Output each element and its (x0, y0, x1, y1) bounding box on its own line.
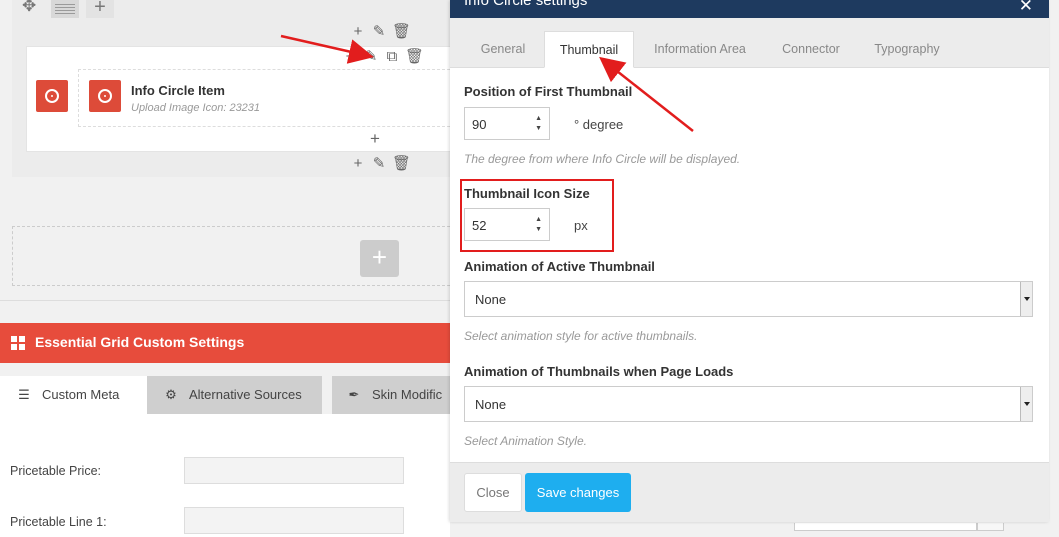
tab-thumbnail[interactable]: Thumbnail (544, 31, 634, 68)
animation-load-select[interactable]: None (464, 386, 1033, 422)
tab-skin-modifications[interactable]: ✒ Skin Modific (332, 376, 450, 414)
close-icon[interactable]: ✕ (1019, 0, 1033, 16)
pricetable-price-label: Pricetable Price: (10, 464, 102, 478)
modal-title: Info Circle settings (464, 0, 588, 9)
pencil-icon[interactable]: ✎ (371, 156, 387, 172)
plus-icon[interactable]: + (350, 24, 366, 40)
grid-icon (11, 336, 25, 350)
sidebar-input[interactable] (794, 523, 977, 531)
add-element-plus-icon[interactable]: + (370, 129, 380, 149)
list-icon: ☰ (18, 387, 30, 402)
trash-icon[interactable]: 🗑 (392, 24, 411, 40)
pricetable-line1-label: Pricetable Line 1: (10, 515, 107, 529)
save-changes-button[interactable]: Save changes (525, 473, 631, 512)
info-circle-container-icon[interactable] (36, 80, 68, 112)
position-help-text: The degree from where Info Circle will b… (464, 152, 741, 166)
position-unit: ° degree (574, 117, 624, 132)
animation-load-label: Animation of Thumbnails when Page Loads (464, 364, 734, 379)
animation-load-value: None (475, 397, 507, 412)
spinner-icon[interactable]: ▲ ▼ (535, 114, 542, 134)
element-controls: + ✎ ⧉ 🗑 (342, 49, 424, 65)
animation-active-select[interactable]: None (464, 281, 1033, 317)
animation-active-label: Animation of Active Thumbnail (464, 259, 655, 274)
pencil-icon[interactable]: ✎ (363, 49, 379, 65)
chevron-down-icon[interactable] (1020, 282, 1032, 316)
tab-connector[interactable]: Connector (768, 31, 854, 68)
plus-icon[interactable]: + (350, 156, 366, 172)
close-button[interactable]: Close (464, 473, 522, 512)
sources-icon: ⚙ (165, 387, 177, 402)
info-circle-item-box[interactable] (78, 69, 450, 127)
modal-tabbar: General Thumbnail Information Area Conne… (450, 18, 1049, 68)
annotation-highlight-box (460, 179, 614, 252)
chevron-down-icon[interactable] (1020, 387, 1032, 421)
info-circle-icon[interactable] (89, 80, 121, 112)
page-background-strip (1049, 0, 1059, 537)
pencil-icon[interactable]: ✎ (371, 24, 387, 40)
trash-icon[interactable]: 🗑 (392, 156, 411, 172)
essential-grid-header: Essential Grid Custom Settings (0, 323, 450, 363)
tab-typography[interactable]: Typography (862, 31, 952, 68)
tab-information-area[interactable]: Information Area (640, 31, 760, 68)
move-icon[interactable]: ✥ (22, 0, 36, 16)
modal-footer: Close Save changes (450, 462, 1049, 522)
sidebar-button[interactable] (977, 523, 1004, 531)
pricetable-line1-input[interactable] (184, 507, 404, 534)
modal-header: Info Circle settings ✕ (450, 0, 1049, 18)
clone-icon[interactable]: ⧉ (384, 49, 400, 65)
position-first-thumbnail-input[interactable]: 90 ▲ ▼ (464, 107, 550, 140)
plus-icon[interactable]: + (342, 49, 358, 65)
tab-custom-meta-label: Custom Meta (42, 387, 120, 402)
row-controls: + ✎ 🗑 (350, 24, 411, 40)
info-circle-item-title: Info Circle Item (131, 83, 225, 98)
wand-icon: ✒ (348, 387, 360, 402)
position-first-thumbnail-label: Position of First Thumbnail (464, 84, 633, 99)
info-circle-item-subtitle: Upload Image Icon: 23231 (131, 102, 261, 114)
trash-icon[interactable]: 🗑 (405, 49, 424, 65)
animation-active-help: Select animation style for active thumbn… (464, 329, 698, 343)
position-first-thumbnail-value: 90 (472, 117, 487, 132)
pricetable-price-input[interactable] (184, 457, 404, 484)
tab-skin-modifications-label: Skin Modific (372, 387, 443, 402)
divider (0, 300, 450, 301)
tab-alternative-sources-label: Alternative Sources (189, 387, 302, 402)
animation-load-help: Select Animation Style. (464, 434, 587, 448)
info-circle-settings-modal: Info Circle settings ✕ General Thumbnail… (450, 0, 1049, 522)
add-row-button[interactable]: + (360, 240, 399, 277)
add-column-plus-icon[interactable]: + (86, 0, 114, 18)
tab-custom-meta[interactable]: ☰ Custom Meta (0, 376, 147, 414)
animation-active-value: None (475, 292, 507, 307)
tab-general[interactable]: General (464, 31, 542, 68)
tab-alternative-sources[interactable]: ⚙ Alternative Sources (147, 376, 322, 414)
layout-icon[interactable] (51, 0, 79, 18)
column-controls: + ✎ 🗑 (350, 156, 411, 172)
essential-grid-title: Essential Grid Custom Settings (35, 334, 245, 350)
